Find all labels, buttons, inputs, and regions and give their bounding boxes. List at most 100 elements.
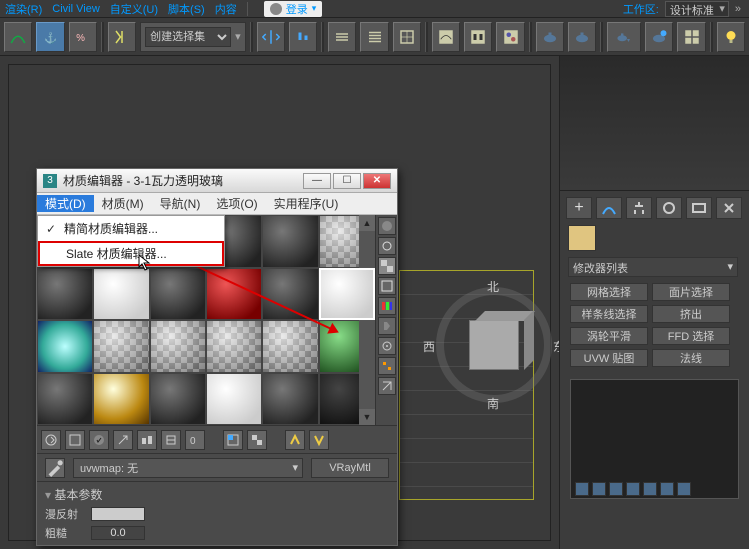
- go-to-parent-icon[interactable]: [285, 430, 305, 450]
- show-end-result-icon[interactable]: [247, 430, 267, 450]
- show-map-icon[interactable]: [223, 430, 243, 450]
- login-button[interactable]: 登录 ▾: [264, 1, 323, 17]
- dope-sheet-icon[interactable]: [464, 22, 492, 52]
- background-icon[interactable]: [378, 257, 396, 275]
- modify-tab-icon[interactable]: [596, 197, 622, 219]
- menu-civil-view[interactable]: Civil View: [52, 3, 99, 15]
- object-color-swatch[interactable]: [568, 225, 596, 251]
- mode-slate-item[interactable]: Slate 材质编辑器...: [38, 241, 224, 266]
- minimize-button[interactable]: —: [303, 173, 331, 189]
- material-slot[interactable]: [150, 373, 206, 426]
- menu-script[interactable]: 脚本(S): [168, 1, 205, 17]
- mode-compact-item[interactable]: 精简材质编辑器...: [38, 216, 224, 241]
- schematic-view-icon[interactable]: [393, 22, 421, 52]
- stack-icon-1[interactable]: [575, 482, 589, 496]
- material-slot[interactable]: [262, 373, 318, 426]
- diffuse-color-swatch[interactable]: [91, 507, 145, 521]
- material-type-button[interactable]: VRayMtl: [311, 458, 389, 478]
- stack-icon-6[interactable]: [660, 482, 674, 496]
- workspace-dropdown[interactable]: 设计标准: [665, 1, 729, 17]
- material-slot[interactable]: [262, 268, 318, 321]
- sample-uv-icon[interactable]: [378, 277, 396, 295]
- mod-spline-select[interactable]: 样条线选择: [570, 305, 648, 323]
- video-color-icon[interactable]: [378, 297, 396, 315]
- view-cube[interactable]: 北 南 东 西: [429, 280, 559, 410]
- put-to-scene-icon[interactable]: [65, 430, 85, 450]
- mod-ffd-select[interactable]: FFD 选择: [652, 327, 730, 345]
- mod-mesh-select[interactable]: 网格选择: [570, 283, 648, 301]
- menu-mode[interactable]: 模式(D): [37, 195, 94, 212]
- material-slot[interactable]: [37, 373, 93, 426]
- sample-type-icon[interactable]: [378, 217, 396, 235]
- reset-map-icon[interactable]: [113, 430, 133, 450]
- scene-explorer-icon[interactable]: [360, 22, 388, 52]
- params-header[interactable]: 基本参数: [45, 486, 389, 503]
- material-slot[interactable]: [206, 373, 262, 426]
- teapot-online-icon[interactable]: [645, 22, 673, 52]
- mod-face-select[interactable]: 面片选择: [652, 283, 730, 301]
- rough-value-input[interactable]: 0.0: [91, 526, 145, 540]
- mod-turbosmooth[interactable]: 涡轮平滑: [570, 327, 648, 345]
- material-editor-window[interactable]: 3 材质编辑器 - 3-1瓦力透明玻璃 — ☐ ✕ 模式(D) 材质(M) 导航…: [36, 168, 398, 546]
- render-frame-icon[interactable]: [568, 22, 596, 52]
- selection-set-select[interactable]: 创建选择集: [145, 27, 231, 47]
- scroll-down-icon[interactable]: ▼: [359, 409, 375, 425]
- material-slot[interactable]: [37, 320, 93, 373]
- keyframe-tool-icon[interactable]: [108, 22, 136, 52]
- modifier-list-dropdown[interactable]: 修改器列表: [568, 257, 738, 277]
- render-panel-icon[interactable]: [677, 22, 705, 52]
- material-slot[interactable]: [150, 320, 206, 373]
- mod-normal[interactable]: 法线: [652, 349, 730, 367]
- percent-snap-icon[interactable]: %: [69, 22, 97, 52]
- material-slot[interactable]: [93, 373, 149, 426]
- mirror-tool-icon[interactable]: [257, 22, 285, 52]
- material-editor-icon[interactable]: [496, 22, 524, 52]
- workspace-more-icon[interactable]: »: [735, 3, 741, 15]
- assign-to-selection-icon[interactable]: [89, 430, 109, 450]
- menu-custom[interactable]: 自定义(U): [110, 1, 158, 17]
- close-button[interactable]: ✕: [363, 173, 391, 189]
- render-setup-icon[interactable]: [536, 22, 564, 52]
- scroll-up-icon[interactable]: ▲: [359, 215, 375, 231]
- material-slot[interactable]: [206, 320, 262, 373]
- display-tab-icon[interactable]: [686, 197, 712, 219]
- light-bulb-icon[interactable]: [717, 22, 745, 52]
- scrollbar-vertical[interactable]: ▲ ▼: [359, 215, 375, 425]
- selection-set-dropdown[interactable]: 创建选择集 ▾: [140, 22, 246, 52]
- menu-utilities[interactable]: 实用程序(U): [266, 195, 347, 212]
- curve-tool-icon[interactable]: [4, 22, 32, 52]
- stack-icon-3[interactable]: [609, 482, 623, 496]
- backlight-icon[interactable]: [378, 237, 396, 255]
- stack-icon-4[interactable]: [626, 482, 640, 496]
- options-icon[interactable]: [378, 337, 396, 355]
- pick-material-icon[interactable]: [45, 458, 65, 478]
- material-slot[interactable]: [37, 268, 93, 321]
- create-tab-icon[interactable]: +: [566, 197, 592, 219]
- snap-toggle-icon[interactable]: ⚓: [36, 22, 64, 52]
- material-name-dropdown[interactable]: uvwmap: 无: [73, 458, 303, 478]
- stack-icon-2[interactable]: [592, 482, 606, 496]
- stack-icon-5[interactable]: [643, 482, 657, 496]
- scroll-thumb[interactable]: [359, 231, 375, 409]
- material-map-nav-icon[interactable]: [378, 377, 396, 395]
- utilities-tab-icon[interactable]: [716, 197, 742, 219]
- align-tool-icon[interactable]: [289, 22, 317, 52]
- material-slot-selected[interactable]: [319, 268, 375, 321]
- material-slot[interactable]: [262, 320, 318, 373]
- put-to-library-icon[interactable]: [161, 430, 181, 450]
- menu-content[interactable]: 内容: [215, 1, 237, 17]
- get-material-icon[interactable]: [41, 430, 61, 450]
- material-slot[interactable]: [93, 320, 149, 373]
- make-preview-icon[interactable]: [378, 317, 396, 335]
- menu-navigate[interactable]: 导航(N): [152, 195, 209, 212]
- mod-extrude[interactable]: 挤出: [652, 305, 730, 323]
- curve-editor-icon[interactable]: [432, 22, 460, 52]
- layer-manager-icon[interactable]: [328, 22, 356, 52]
- stack-icon-7[interactable]: [677, 482, 691, 496]
- material-slot[interactable]: [93, 268, 149, 321]
- material-slot[interactable]: [150, 268, 206, 321]
- menu-render[interactable]: 渲染(R): [5, 1, 42, 17]
- maximize-button[interactable]: ☐: [333, 173, 361, 189]
- motion-tab-icon[interactable]: [656, 197, 682, 219]
- make-unique-icon[interactable]: [137, 430, 157, 450]
